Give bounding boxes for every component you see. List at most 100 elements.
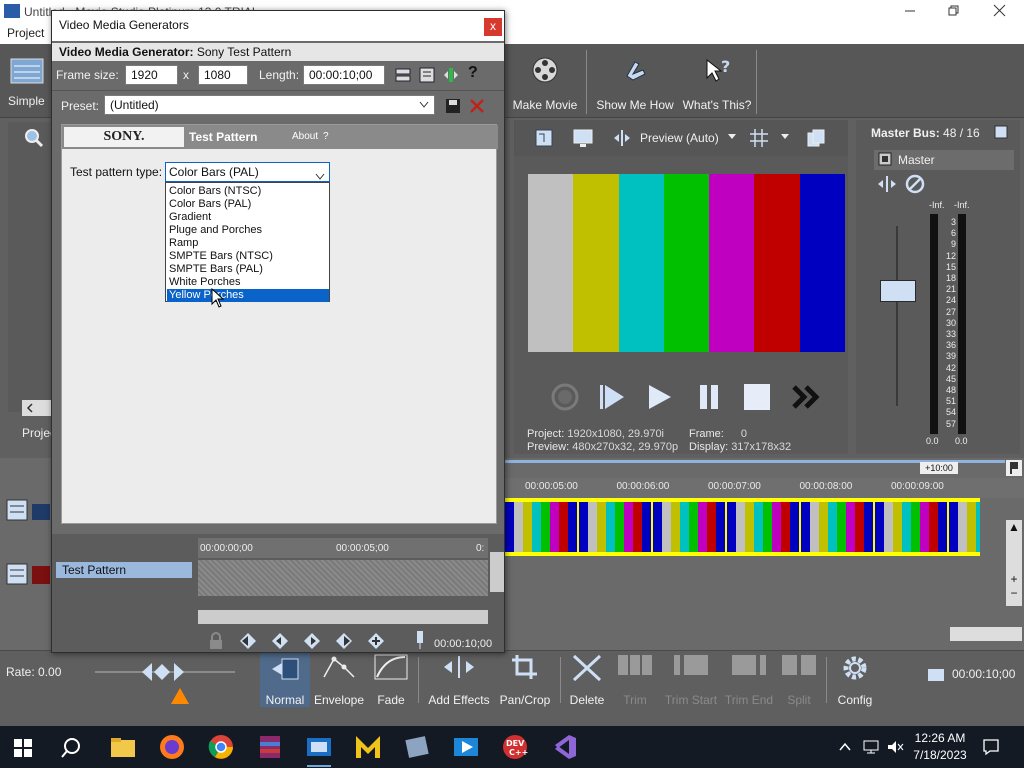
normal-mode-button[interactable]: Normal xyxy=(260,651,310,707)
pattern-option[interactable]: Pluge and Porches xyxy=(167,224,329,237)
master-fx-icon[interactable] xyxy=(878,152,892,166)
tray-chevron-up-icon[interactable] xyxy=(838,740,852,754)
make-movie-button[interactable]: Make Movie xyxy=(510,56,580,112)
audio-track-fx-icon[interactable] xyxy=(32,566,50,584)
close-icon[interactable] xyxy=(993,4,1006,17)
tab-test-pattern[interactable]: Test Pattern xyxy=(184,127,288,147)
play-icon[interactable] xyxy=(644,382,674,412)
horizontal-zoom-controls[interactable] xyxy=(950,627,1022,641)
about-help-icon[interactable]: ? xyxy=(323,131,329,142)
movie-studio-icon[interactable] xyxy=(304,732,334,767)
notifications-icon[interactable] xyxy=(982,738,1000,756)
keyframe-ruler[interactable]: 00:00:00;00 00:00:05;00 0: xyxy=(198,538,488,558)
help-icon[interactable]: ? xyxy=(468,64,478,82)
media-player-icon[interactable] xyxy=(451,732,481,762)
visual-studio-icon[interactable] xyxy=(549,732,579,762)
preset-chevron-down-icon[interactable] xyxy=(419,101,429,109)
tab-sony[interactable]: SONY. xyxy=(64,127,184,147)
windows-start-icon[interactable] xyxy=(14,739,32,757)
vertical-zoom-controls[interactable]: ▲ + − xyxy=(1006,520,1022,606)
winrar-icon[interactable] xyxy=(255,732,285,762)
copy-snapshot-icon[interactable] xyxy=(806,128,826,148)
rate-slider-handle[interactable] xyxy=(140,661,186,683)
volume-muted-icon[interactable] xyxy=(886,739,904,755)
pattern-option[interactable]: SMPTE Bars (PAL) xyxy=(167,263,329,276)
timeline-ruler[interactable]: 00:00:05:00 00:00:06:00 00:00:07:00 00:00:0… xyxy=(505,478,1024,498)
previous-keyframe-icon[interactable] xyxy=(270,632,290,650)
trim-start-button[interactable]: Trim Start xyxy=(660,651,722,707)
envelope-button[interactable]: Envelope xyxy=(312,651,366,707)
stop-icon[interactable] xyxy=(742,382,772,412)
last-keyframe-icon[interactable] xyxy=(334,632,354,650)
play-from-start-icon[interactable] xyxy=(596,382,626,412)
pan-crop-button[interactable]: Pan/Crop xyxy=(496,651,554,707)
preset-select[interactable]: (Untitled) xyxy=(104,95,435,115)
taskbar-search-icon[interactable] xyxy=(60,737,82,759)
whats-this-button[interactable]: ? What's This? xyxy=(682,56,752,112)
pattern-option[interactable]: Ramp xyxy=(167,237,329,250)
simple-view-icon[interactable] xyxy=(10,58,44,84)
chevron-down-icon[interactable] xyxy=(727,133,737,141)
pause-icon[interactable] xyxy=(694,382,724,412)
sync-cursor-icon[interactable] xyxy=(443,67,459,83)
grid-overlay-icon[interactable] xyxy=(748,127,770,149)
mute-icon[interactable] xyxy=(904,173,926,195)
pattern-option[interactable]: White Porches xyxy=(167,276,329,289)
scroll-left-button[interactable] xyxy=(22,400,52,416)
add-keyframe-icon[interactable] xyxy=(366,632,386,650)
preview-properties-icon[interactable] xyxy=(534,128,554,148)
show-me-how-button[interactable]: Show Me How xyxy=(592,56,678,112)
search-icon[interactable] xyxy=(24,128,44,148)
pattern-option[interactable]: Gradient xyxy=(167,211,329,224)
frame-height-input[interactable]: 1080 xyxy=(198,65,248,85)
video-editor-icon[interactable] xyxy=(402,732,432,762)
fade-button[interactable]: Fade xyxy=(368,651,414,707)
grid-chevron-down-icon[interactable] xyxy=(780,133,790,141)
delete-button[interactable]: Delete xyxy=(564,651,610,707)
external-monitor-icon[interactable] xyxy=(572,128,594,148)
master-volume-fader[interactable] xyxy=(880,280,916,302)
save-preset-icon[interactable] xyxy=(445,98,461,114)
match-media-settings-icon[interactable] xyxy=(395,67,411,83)
dialog-close-button[interactable]: x xyxy=(484,18,502,36)
config-button[interactable]: Config xyxy=(830,651,880,707)
tab-about[interactable]: About xyxy=(292,131,318,142)
loop-playback-icon[interactable] xyxy=(550,382,580,412)
network-icon[interactable] xyxy=(862,739,880,755)
delete-preset-icon[interactable] xyxy=(469,98,485,114)
frame-width-input[interactable]: 1920 xyxy=(125,65,178,85)
keyframe-lane[interactable] xyxy=(198,560,488,596)
split-screen-icon[interactable] xyxy=(612,128,632,148)
next-keyframe-icon[interactable] xyxy=(302,632,322,650)
restore-icon[interactable] xyxy=(948,5,960,17)
lock-icon[interactable] xyxy=(208,632,224,650)
split-button[interactable]: Split xyxy=(776,651,822,707)
go-to-end-icon[interactable] xyxy=(790,382,822,412)
pattern-option[interactable]: Color Bars (PAL) xyxy=(167,198,329,211)
taskbar-clock-time[interactable]: 12:26 AM xyxy=(912,731,968,745)
pattern-type-select[interactable]: Color Bars (PAL) xyxy=(165,162,330,182)
preview-quality-select[interactable]: Preview (Auto) xyxy=(640,131,719,145)
trim-end-button[interactable]: Trim End xyxy=(724,651,774,707)
minimize-icon[interactable] xyxy=(904,5,916,17)
keyframe-horizontal-scrollbar[interactable] xyxy=(198,610,488,624)
pattern-option[interactable]: Color Bars (NTSC) xyxy=(167,185,329,198)
taskbar-clock-date[interactable]: 7/18/2023 xyxy=(910,748,970,762)
trim-button[interactable]: Trim xyxy=(612,651,658,707)
menu-project[interactable]: Project xyxy=(7,26,44,40)
project-settings-icon[interactable] xyxy=(419,67,435,83)
length-input[interactable]: 00:00:10;00 xyxy=(303,65,385,85)
master-fx-chain-icon[interactable] xyxy=(876,174,898,194)
marker-flag-icon[interactable] xyxy=(1006,460,1022,476)
first-keyframe-icon[interactable] xyxy=(238,632,258,650)
video-event-clip[interactable] xyxy=(505,498,980,556)
file-explorer-icon[interactable] xyxy=(108,732,138,762)
keyframe-vertical-scrollbar[interactable] xyxy=(490,552,504,592)
keyframe-track-name[interactable]: Test Pattern xyxy=(56,562,192,578)
m-app-icon[interactable] xyxy=(353,732,383,762)
firefox-icon[interactable] xyxy=(157,732,187,762)
pattern-option[interactable]: Yellow Porches xyxy=(167,289,329,302)
dev-cpp-icon[interactable]: DEV C++ xyxy=(500,732,530,762)
master-bus-properties-icon[interactable] xyxy=(994,125,1008,139)
chrome-icon[interactable] xyxy=(206,732,236,762)
